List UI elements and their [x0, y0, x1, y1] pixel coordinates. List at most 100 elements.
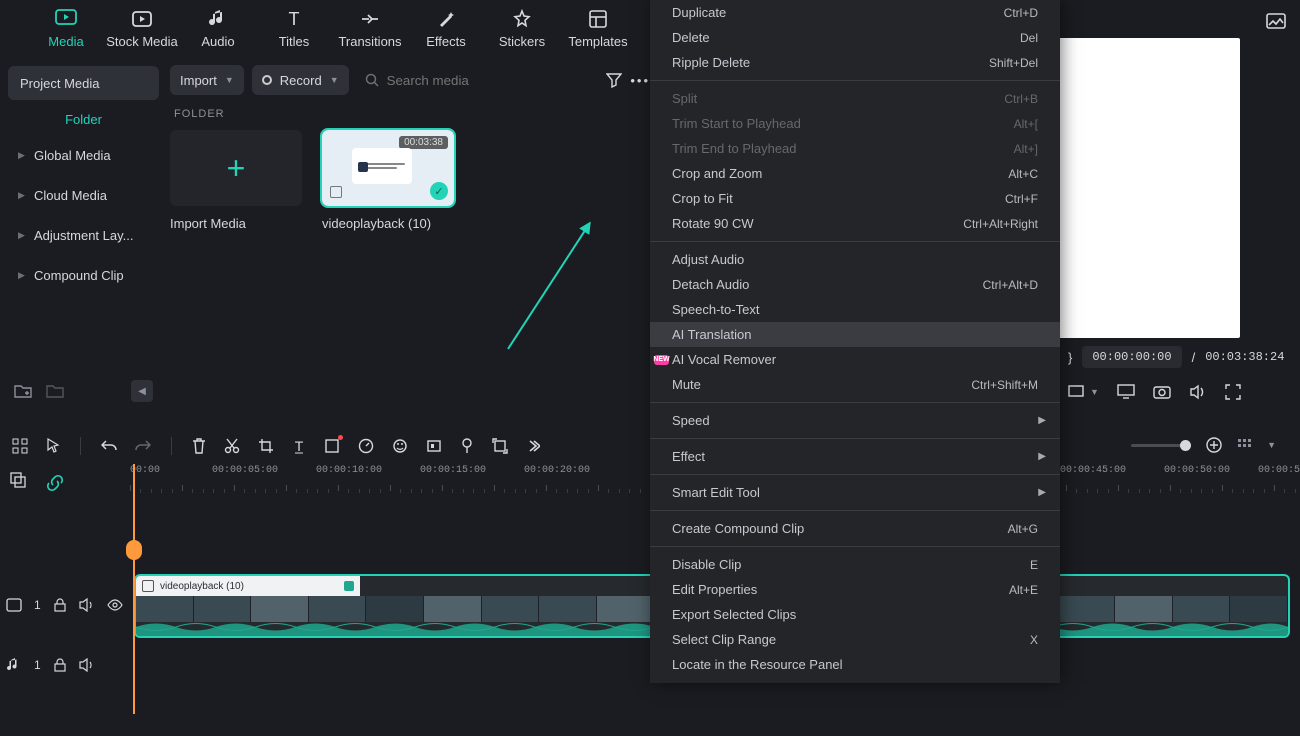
- menu-item-duplicate[interactable]: DuplicateCtrl+D: [650, 0, 1060, 25]
- menu-shortcut: Ctrl+F: [1005, 192, 1038, 206]
- link-icon[interactable]: [46, 474, 64, 492]
- menu-item-locate-in-the-resource-panel[interactable]: Locate in the Resource Panel: [650, 652, 1060, 677]
- menu-item-rotate-90-cw[interactable]: Rotate 90 CWCtrl+Alt+Right: [650, 211, 1060, 236]
- import-media-card[interactable]: + Import Media: [170, 130, 302, 231]
- media-clip-card[interactable]: 00:03:38 ✓ videoplayback (10): [322, 130, 454, 231]
- menu-item-disable-clip[interactable]: Disable ClipE: [650, 552, 1060, 577]
- search-input[interactable]: [387, 73, 527, 88]
- more-tools-icon[interactable]: [526, 439, 540, 453]
- layers-icon[interactable]: [10, 472, 26, 488]
- menu-item-create-compound-clip[interactable]: Create Compound ClipAlt+G: [650, 516, 1060, 541]
- menu-item-ripple-delete[interactable]: Ripple DeleteShift+Del: [650, 50, 1060, 75]
- image-export-icon[interactable]: [1262, 8, 1290, 36]
- crop-icon[interactable]: [258, 438, 274, 454]
- tab-titles[interactable]: T Titles: [256, 0, 332, 49]
- menu-shortcut: Alt+]: [1014, 142, 1038, 156]
- expand-icon[interactable]: [492, 438, 508, 454]
- redo-icon[interactable]: [135, 439, 151, 453]
- mute-icon[interactable]: [79, 598, 95, 612]
- view-mode-icon[interactable]: [1237, 438, 1253, 452]
- menu-item-adjust-audio[interactable]: Adjust Audio: [650, 247, 1060, 272]
- lock-icon[interactable]: [53, 598, 67, 612]
- menu-item-speech-to-text[interactable]: Speech-to-Text: [650, 297, 1060, 322]
- svg-text:T: T: [295, 438, 304, 454]
- undo-icon[interactable]: [101, 439, 117, 453]
- total-time: 00:03:38:24: [1205, 350, 1284, 364]
- tab-media[interactable]: Media: [28, 0, 104, 49]
- collapse-sidebar-button[interactable]: ◀: [131, 380, 153, 402]
- lock-icon[interactable]: [53, 658, 67, 672]
- new-folder-icon[interactable]: [14, 383, 32, 399]
- ratio-icon[interactable]: [1068, 385, 1084, 399]
- menu-item-delete[interactable]: DeleteDel: [650, 25, 1060, 50]
- menu-shortcut: Alt+[: [1014, 117, 1038, 131]
- chevron-right-icon: ▶: [18, 230, 26, 241]
- crop-zoom-icon[interactable]: [324, 438, 340, 454]
- menu-shortcut: Alt+C: [1008, 167, 1038, 181]
- menu-item-ai-translation[interactable]: AI Translation: [650, 322, 1060, 347]
- playhead[interactable]: [133, 464, 135, 714]
- speed-icon[interactable]: [358, 438, 374, 454]
- menu-item-label: Edit Properties: [672, 582, 1009, 597]
- tab-label: Templates: [568, 34, 627, 49]
- keyframe-icon[interactable]: [426, 438, 442, 454]
- menu-item-edit-properties[interactable]: Edit PropertiesAlt+E: [650, 577, 1060, 602]
- volume-icon[interactable]: [1189, 384, 1207, 400]
- menu-item-mute[interactable]: MuteCtrl+Shift+M: [650, 372, 1060, 397]
- project-media-button[interactable]: Project Media: [8, 66, 159, 100]
- menu-item-smart-edit-tool[interactable]: Smart Edit Tool▶: [650, 480, 1060, 505]
- menu-item-crop-to-fit[interactable]: Crop to FitCtrl+F: [650, 186, 1060, 211]
- tab-effects[interactable]: Effects: [408, 0, 484, 49]
- snapshot-icon[interactable]: [1153, 384, 1171, 400]
- text-icon[interactable]: T: [292, 438, 306, 454]
- sidebar-item-compound-clip[interactable]: ▶Compound Clip: [8, 255, 159, 295]
- tab-label: Effects: [426, 34, 466, 49]
- cursor-icon[interactable]: [46, 438, 60, 454]
- menu-item-label: Create Compound Clip: [672, 521, 1008, 536]
- more-icon[interactable]: •••: [630, 73, 650, 88]
- tab-audio[interactable]: Audio: [180, 0, 256, 49]
- cut-icon[interactable]: [224, 438, 240, 454]
- chevron-down-icon[interactable]: ▼: [1267, 440, 1276, 450]
- menu-item-ai-vocal-remover[interactable]: NEWAI Vocal Remover: [650, 347, 1060, 372]
- visibility-icon[interactable]: [107, 599, 123, 611]
- tab-transitions[interactable]: Transitions: [332, 0, 408, 49]
- chevron-down-icon[interactable]: ▼: [1090, 387, 1099, 397]
- menu-item-label: Crop to Fit: [672, 191, 1005, 206]
- menu-item-detach-audio[interactable]: Detach AudioCtrl+Alt+D: [650, 272, 1060, 297]
- sidebar-item-adjustment-layer[interactable]: ▶ Adjustment Lay...: [8, 215, 159, 255]
- time-separator: /: [1192, 350, 1196, 365]
- marker-icon[interactable]: [460, 438, 474, 454]
- clip-thumbnail: [352, 148, 412, 184]
- tab-templates[interactable]: Templates: [560, 0, 636, 49]
- context-menu: DuplicateCtrl+DDeleteDelRipple DeleteShi…: [650, 0, 1060, 683]
- color-icon[interactable]: [392, 438, 408, 454]
- top-nav: Media Stock Media Audio T Titles Transit…: [0, 0, 650, 58]
- zoom-slider[interactable]: [1131, 444, 1191, 447]
- sidebar-item-cloud-media[interactable]: ▶Cloud Media: [8, 175, 159, 215]
- search-field[interactable]: [357, 73, 599, 88]
- sidebar-item-label: Adjustment Lay...: [34, 228, 133, 243]
- mute-icon[interactable]: [79, 658, 95, 672]
- import-dropdown[interactable]: Import▼: [170, 65, 244, 95]
- record-dropdown[interactable]: Record▼: [252, 65, 349, 95]
- display-icon[interactable]: [1117, 384, 1135, 400]
- delete-folder-icon[interactable]: [46, 383, 64, 399]
- folder-tab[interactable]: Folder: [8, 100, 159, 135]
- tab-stock-media[interactable]: Stock Media: [104, 0, 180, 49]
- menu-item-select-clip-range[interactable]: Select Clip RangeX: [650, 627, 1060, 652]
- sidebar-item-label: Global Media: [34, 148, 111, 163]
- menu-item-crop-and-zoom[interactable]: Crop and ZoomAlt+C: [650, 161, 1060, 186]
- filter-icon[interactable]: [606, 72, 622, 88]
- menu-item-export-selected-clips[interactable]: Export Selected Clips: [650, 602, 1060, 627]
- zoom-in-icon[interactable]: [1205, 436, 1223, 454]
- sidebar-item-global-media[interactable]: ▶Global Media: [8, 135, 159, 175]
- mark-out-icon[interactable]: }: [1068, 350, 1072, 365]
- delete-icon[interactable]: [192, 438, 206, 454]
- menu-item-speed[interactable]: Speed▶: [650, 408, 1060, 433]
- tab-stickers[interactable]: Stickers: [484, 0, 560, 49]
- menu-item-effect[interactable]: Effect▶: [650, 444, 1060, 469]
- preview-time-bar: } 00:00:00:00 / 00:03:38:24: [1068, 346, 1284, 368]
- fullscreen-icon[interactable]: [1225, 384, 1241, 400]
- mixer-icon[interactable]: [12, 438, 28, 454]
